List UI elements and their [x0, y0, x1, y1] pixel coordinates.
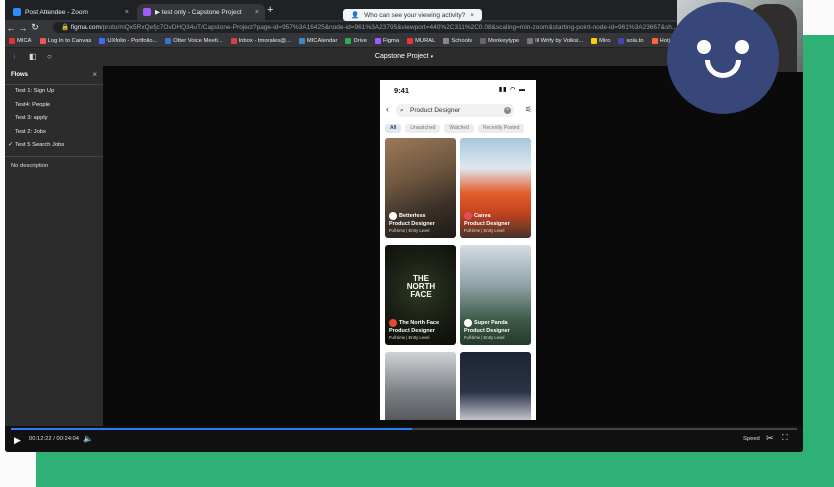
volume-icon[interactable]: 🔈 — [83, 434, 93, 443]
search-icon: ⌕ — [400, 107, 404, 114]
phone-prototype: 9:41 ▮▮ ◠ ▬ ‹ ⌕ Product Designer × ⚟ All… — [380, 80, 536, 420]
bookmark-mica[interactable]: MICA — [9, 38, 32, 44]
job-card[interactable] — [385, 352, 456, 420]
progress-fill — [11, 428, 412, 430]
status-bar: 9:41 ▮▮ ◠ ▬ — [380, 80, 536, 100]
close-icon[interactable]: × — [255, 9, 259, 16]
info-icon: 👤 — [351, 12, 360, 19]
close-icon[interactable]: × — [470, 12, 474, 19]
flows-panel: Flows × Test 1: Sign Up Test4: People Te… — [5, 66, 103, 426]
video-controls: ▶ 00:12:22 / 00:24:04 🔈 Speed ✂ ⛶ — [5, 426, 803, 452]
flow-description: No description — [11, 162, 49, 169]
forward-arrow-icon[interactable]: → — [17, 23, 29, 33]
flow-item[interactable]: Test4: People — [5, 99, 103, 113]
new-tab-button[interactable]: + — [267, 4, 273, 16]
bookmark-sola[interactable]: sola.to — [618, 38, 644, 44]
clear-icon[interactable]: × — [504, 107, 511, 114]
bookmark-figma[interactable]: Figma — [374, 38, 399, 44]
flow-item[interactable]: Test 1: Sign Up — [5, 85, 103, 99]
flow-item-active[interactable]: ✓ Test 5 Search Jobs — [5, 139, 103, 153]
figma-icon — [143, 8, 151, 16]
back-chevron-icon[interactable]: ‹ — [386, 104, 389, 114]
filter-chips: All Unwatched Watched Recently Posted — [380, 118, 536, 133]
chip-all[interactable]: All — [385, 124, 402, 133]
bookmark-monkeytype[interactable]: Monkeytype — [480, 38, 519, 44]
viewing-activity-toast[interactable]: 👤 Who can see your viewing activity? × — [343, 9, 483, 21]
bookmark-drive[interactable]: Drive — [345, 38, 367, 44]
speed-button[interactable]: Speed — [743, 436, 760, 442]
company-logo-icon — [464, 212, 472, 220]
avatar-eye — [735, 40, 749, 54]
bookmark-micalendar[interactable]: MICAlendar — [298, 38, 337, 44]
bookmark-miro[interactable]: Miro — [591, 38, 610, 44]
reload-icon[interactable]: ↻ — [29, 22, 41, 33]
check-icon: ✓ — [8, 142, 13, 148]
bookmark-canvas[interactable]: Log In to Canvas — [39, 38, 91, 44]
north-face-logo: THE NORTH FACE — [406, 274, 436, 299]
smiley-avatar — [667, 2, 779, 114]
scissors-icon[interactable]: ✂ — [766, 433, 774, 444]
company-logo-icon — [389, 319, 397, 327]
url-path: /proto/mQx5RxQefjc7OvDHQ34uT/Capstone-Pr… — [100, 24, 678, 31]
signal-battery-icon: ▮▮ ◠ ▬ — [498, 87, 526, 93]
flows-header: Flows × — [5, 66, 103, 85]
bookmark-inbox[interactable]: Inbox - tmorales@... — [230, 38, 291, 44]
tab-zoom[interactable]: Post Attendee - Zoom × — [7, 4, 135, 20]
status-time: 9:41 — [394, 86, 410, 95]
video-progress-bar[interactable] — [11, 428, 797, 430]
close-icon[interactable]: × — [125, 9, 129, 16]
close-icon[interactable]: × — [92, 70, 97, 79]
play-icon[interactable]: ▶ — [14, 435, 21, 446]
job-card[interactable]: THE NORTH FACE The North Face Product De… — [385, 245, 456, 345]
tab-label: ▶ test only - Capstone Project — [155, 9, 242, 16]
job-card[interactable] — [460, 352, 531, 420]
tab-label: Post Attendee - Zoom — [25, 8, 88, 16]
chip-recently-posted[interactable]: Recently Posted — [477, 124, 525, 133]
flow-item[interactable]: Test 3: apply — [5, 112, 103, 126]
search-input[interactable]: ⌕ Product Designer × — [396, 104, 514, 117]
job-card[interactable]: Betterless Product Designer Full-time | … — [385, 138, 456, 238]
tab-figma[interactable]: ▶ test only - Capstone Project × — [137, 4, 265, 20]
company-logo-icon — [464, 319, 472, 327]
url-host: figma.com — [70, 24, 101, 31]
search-value: Product Designer — [410, 107, 461, 114]
chip-unwatched[interactable]: Unwatched — [405, 124, 441, 133]
bookmark-schools[interactable]: Schools — [443, 38, 472, 44]
avatar-smile — [705, 60, 741, 78]
zoom-icon — [13, 8, 21, 16]
toast-text: Who can see your viewing activity? — [364, 11, 466, 19]
company-logo-icon — [389, 212, 397, 220]
filter-icon[interactable]: ⚟ — [525, 105, 532, 114]
video-time: 00:12:22 / 00:24:04 — [29, 436, 79, 442]
bookmark-mural[interactable]: MURAL — [407, 38, 435, 44]
bookmark-uxfolio[interactable]: UXfolio - Portfolio... — [99, 38, 157, 44]
bookmark-wrify[interactable]: lil Wrify by Volksi... — [527, 38, 583, 44]
fullscreen-icon[interactable]: ⛶ — [782, 433, 788, 443]
bookmark-otter[interactable]: Otter Voice Meeti... — [165, 38, 223, 44]
job-card[interactable]: Canva Product Designer Full-time | Entry… — [460, 138, 531, 238]
url-field[interactable]: 🔒 figma.com/proto/mQx5RxQefjc7OvDHQ34uT/… — [53, 22, 781, 33]
avatar-eye — [697, 40, 711, 54]
job-card[interactable]: Super Panda Product Designer Full-time |… — [460, 245, 531, 345]
search-row: ‹ ⌕ Product Designer × ⚟ — [380, 102, 536, 118]
chip-watched[interactable]: Watched — [444, 124, 474, 133]
flow-item[interactable]: Test 2: Jobs — [5, 126, 103, 140]
back-arrow-icon[interactable]: ← — [5, 23, 17, 33]
